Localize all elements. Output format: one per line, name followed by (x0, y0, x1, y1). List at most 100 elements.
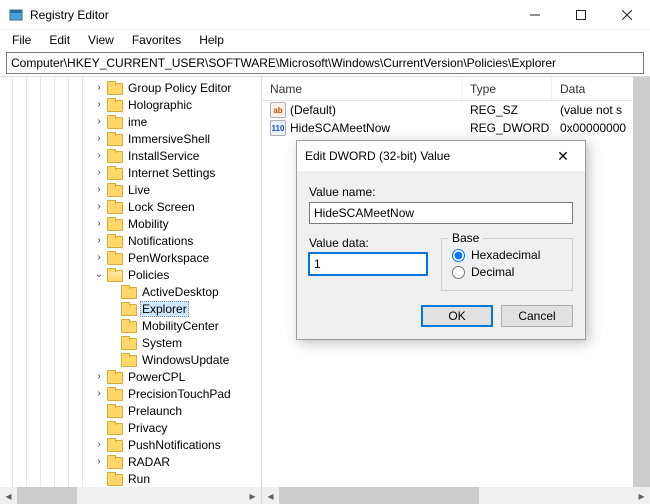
scroll-left-icon[interactable]: ◂ (262, 487, 279, 504)
titlebar: Registry Editor (0, 0, 650, 30)
tree-node-label: InstallService (126, 149, 201, 163)
folder-icon (107, 81, 123, 95)
chevron-right-icon[interactable]: › (92, 98, 106, 112)
menu-view[interactable]: View (80, 31, 122, 49)
tree-node[interactable]: Prelaunch (0, 402, 261, 419)
tree-node-label: Privacy (126, 421, 169, 435)
chevron-right-icon[interactable]: › (92, 81, 106, 95)
list-vscroll[interactable] (633, 77, 650, 487)
tree-node[interactable]: Run (0, 470, 261, 487)
cancel-button[interactable]: Cancel (501, 305, 573, 327)
radio-hexadecimal[interactable]: Hexadecimal (452, 248, 562, 262)
tree-node-label: Explorer (140, 301, 189, 317)
tree-node[interactable]: ›Holographic (0, 96, 261, 113)
radio-hex-input[interactable] (452, 249, 465, 262)
col-type[interactable]: Type (462, 78, 552, 100)
tree-node[interactable]: › Live (0, 181, 261, 198)
tree-node[interactable]: Explorer (0, 300, 261, 317)
menu-help[interactable]: Help (191, 31, 232, 49)
col-name[interactable]: Name (262, 78, 462, 100)
folder-icon (107, 404, 123, 418)
value-name: (Default) (290, 103, 336, 117)
tree[interactable]: ›Group Policy Editor›Holographic›ime›Imm… (0, 77, 261, 487)
menu-edit[interactable]: Edit (41, 31, 78, 49)
radio-hex-label: Hexadecimal (471, 248, 540, 262)
chevron-right-icon[interactable]: › (92, 370, 106, 384)
chevron-right-icon[interactable]: › (92, 115, 106, 129)
chevron-right-icon[interactable]: › (92, 166, 106, 180)
minimize-button[interactable] (512, 0, 558, 30)
radio-dec-label: Decimal (471, 265, 514, 279)
radio-decimal[interactable]: Decimal (452, 265, 562, 279)
tree-node[interactable]: › PushNotifications (0, 436, 261, 453)
chevron-right-icon[interactable]: › (92, 251, 106, 265)
toggle-placeholder (106, 302, 120, 316)
radio-dec-input[interactable] (452, 266, 465, 279)
chevron-down-icon[interactable]: ⌄ (92, 268, 106, 282)
tree-node[interactable]: ›Group Policy Editor (0, 79, 261, 96)
folder-icon (107, 455, 123, 469)
tree-node[interactable]: › PenWorkspace (0, 249, 261, 266)
tree-node[interactable]: ActiveDesktop (0, 283, 261, 300)
dword-value-icon: 110 (270, 120, 286, 136)
close-button[interactable] (604, 0, 650, 30)
list-row[interactable]: 110HideSCAMeetNowREG_DWORD0x00000000 (262, 119, 650, 137)
value-name-input[interactable] (309, 202, 573, 224)
ok-button[interactable]: OK (421, 305, 493, 327)
chevron-right-icon[interactable]: › (92, 387, 106, 401)
window-title: Registry Editor (30, 8, 512, 22)
tree-node-label: PushNotifications (126, 438, 223, 452)
tree-node-label: PowerCPL (126, 370, 187, 384)
tree-node[interactable]: ›RADAR (0, 453, 261, 470)
chevron-right-icon[interactable]: › (92, 455, 106, 469)
tree-node[interactable]: ›ime (0, 113, 261, 130)
dialog-close-button[interactable]: ✕ (549, 142, 577, 170)
tree-node[interactable]: ›PrecisionTouchPad (0, 385, 261, 402)
edit-dword-dialog: Edit DWORD (32-bit) Value ✕ Value name: … (296, 140, 586, 340)
menu-file[interactable]: File (4, 31, 39, 49)
tree-node-label: Policies (126, 268, 171, 282)
tree-node-label: MobilityCenter (140, 319, 221, 333)
base-fieldset: Base Hexadecimal Decimal (441, 238, 573, 291)
tree-node[interactable]: ›ImmersiveShell (0, 130, 261, 147)
list-header: Name Type Data (262, 77, 650, 101)
address-bar[interactable]: Computer\HKEY_CURRENT_USER\SOFTWARE\Micr… (6, 52, 644, 74)
tree-node[interactable]: WindowsUpdate (0, 351, 261, 368)
toggle-placeholder (106, 353, 120, 367)
tree-node[interactable]: ⌄ Policies (0, 266, 261, 283)
tree-node-label: Mobility (126, 217, 171, 231)
maximize-button[interactable] (558, 0, 604, 30)
menu-favorites[interactable]: Favorites (124, 31, 189, 49)
chevron-right-icon[interactable]: › (92, 132, 106, 146)
list-row[interactable]: ab(Default)REG_SZ(value not s (262, 101, 650, 119)
tree-node[interactable]: › Lock Screen (0, 198, 261, 215)
folder-icon (107, 183, 123, 197)
chevron-right-icon[interactable]: › (92, 217, 106, 231)
tree-node[interactable]: ›Notifications (0, 232, 261, 249)
tree-node[interactable]: › Internet Settings (0, 164, 261, 181)
chevron-right-icon[interactable]: › (92, 438, 106, 452)
value-data-input[interactable] (309, 253, 427, 275)
tree-node-label: Lock Screen (126, 200, 197, 214)
tree-node[interactable]: System (0, 334, 261, 351)
scroll-right-icon[interactable]: ▸ (633, 487, 650, 504)
tree-node[interactable]: › InstallService (0, 147, 261, 164)
tree-node[interactable]: MobilityCenter (0, 317, 261, 334)
chevron-right-icon[interactable]: › (92, 200, 106, 214)
tree-node[interactable]: › PowerCPL (0, 368, 261, 385)
list-hscroll[interactable]: ◂ ▸ (262, 487, 650, 504)
tree-node-label: Live (126, 183, 152, 197)
chevron-right-icon[interactable]: › (92, 234, 106, 248)
chevron-right-icon[interactable]: › (92, 183, 106, 197)
tree-node-label: Run (126, 472, 152, 486)
tree-node[interactable]: › Mobility (0, 215, 261, 232)
scroll-right-icon[interactable]: ▸ (244, 487, 261, 504)
chevron-right-icon[interactable]: › (92, 149, 106, 163)
scroll-left-icon[interactable]: ◂ (0, 487, 17, 504)
dialog-titlebar[interactable]: Edit DWORD (32-bit) Value ✕ (297, 141, 585, 171)
tree-node-label: Internet Settings (126, 166, 217, 180)
string-value-icon: ab (270, 102, 286, 118)
tree-node-label: PenWorkspace (126, 251, 211, 265)
tree-node[interactable]: Privacy (0, 419, 261, 436)
tree-hscroll[interactable]: ◂ ▸ (0, 487, 261, 504)
